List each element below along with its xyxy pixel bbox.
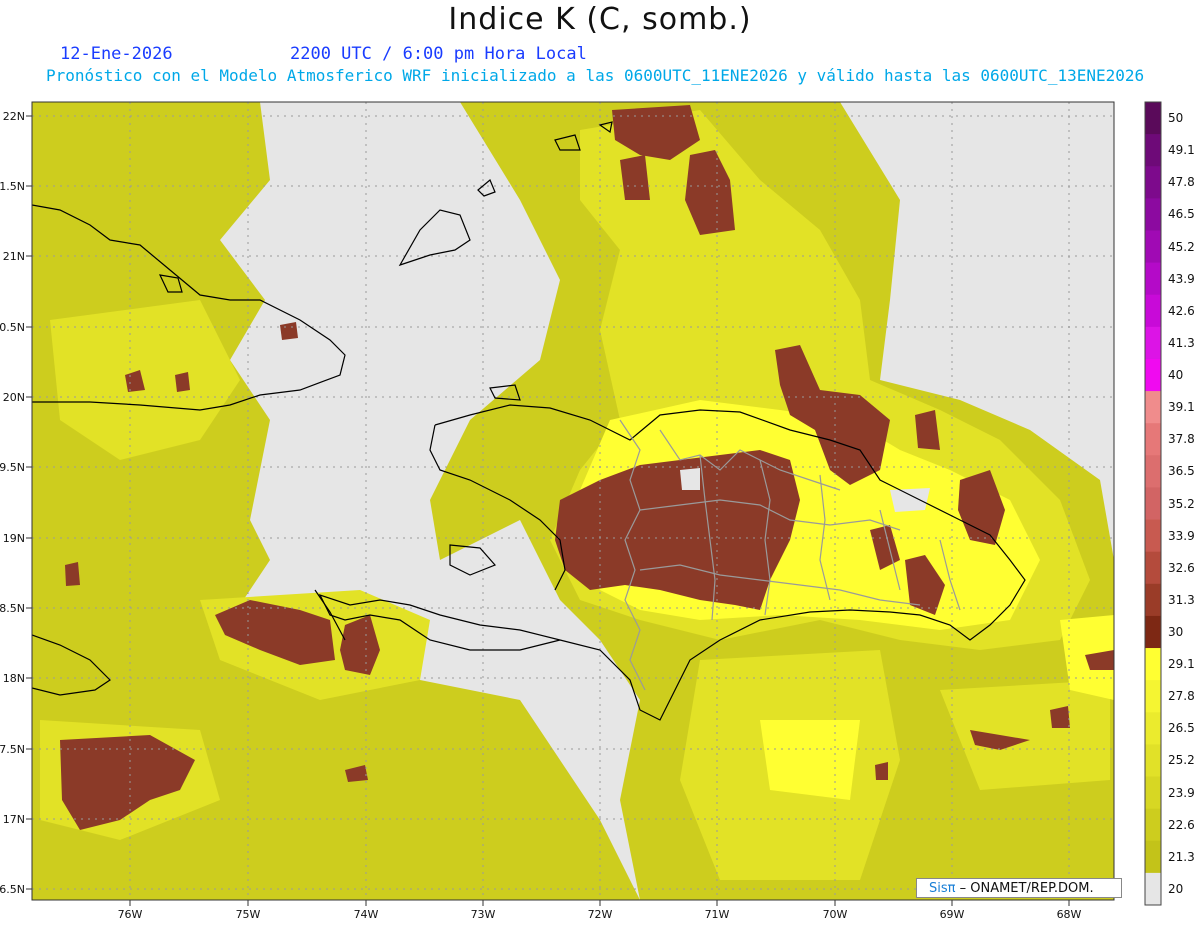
colorbar-label: 50 — [1168, 111, 1184, 126]
lat-label: 19.5N — [0, 461, 25, 474]
colorbar-swatch — [1145, 615, 1161, 649]
lon-label: 76W — [118, 908, 143, 921]
colorbar-swatch — [1145, 519, 1161, 553]
lon-label: 74W — [354, 908, 379, 921]
colorbar-label: 31.3 — [1168, 592, 1195, 607]
colorbar-label: 37.8 — [1168, 432, 1195, 447]
lon-label: 69W — [940, 908, 965, 921]
colorbar-swatch — [1145, 294, 1161, 328]
credit-brand: Sisπ — [929, 881, 956, 896]
lat-label: 21.5N — [0, 180, 25, 193]
colorbar-swatch — [1145, 166, 1161, 199]
credit-box: Sisπ – ONAMET/REP.DOM. — [916, 878, 1122, 898]
colorbar-swatch — [1145, 198, 1161, 231]
colorbar-swatch — [1145, 583, 1161, 617]
credit-text: – ONAMET/REP.DOM. — [955, 881, 1094, 896]
colorbar-swatch — [1145, 680, 1161, 713]
colorbar-swatch — [1145, 808, 1161, 842]
colorbar-swatch — [1145, 455, 1161, 488]
colorbar-swatch — [1145, 102, 1161, 135]
colorbar-label: 30 — [1168, 624, 1184, 639]
lat-label: 20.5N — [0, 321, 25, 334]
lon-label: 73W — [471, 908, 496, 921]
colorbar-swatch — [1145, 487, 1161, 521]
colorbar-legend — [1144, 101, 1162, 906]
colorbar-swatch — [1145, 744, 1161, 778]
colorbar-swatch — [1145, 423, 1161, 456]
colorbar-label: 29.1 — [1168, 657, 1195, 672]
colorbar-label: 42.6 — [1168, 303, 1195, 318]
lat-label: 17N — [3, 813, 25, 826]
colorbar-swatch — [1145, 872, 1161, 906]
lon-label: 72W — [588, 908, 613, 921]
lat-label: 20N — [3, 391, 25, 404]
colorbar-swatch — [1145, 648, 1161, 681]
colorbar-label: 20 — [1168, 881, 1184, 896]
colorbar-label: 39.1 — [1168, 400, 1195, 415]
colorbar-swatch — [1145, 262, 1161, 296]
colorbar-swatch — [1145, 358, 1161, 392]
colorbar-label: 23.9 — [1168, 785, 1195, 800]
colorbar-swatch — [1145, 326, 1161, 360]
colorbar-label: 47.8 — [1168, 175, 1195, 190]
colorbar-swatch — [1145, 391, 1161, 424]
colorbar-label: 36.5 — [1168, 464, 1195, 479]
lat-label: 21N — [3, 250, 25, 263]
colorbar-swatch — [1145, 551, 1161, 585]
colorbar-label: 41.3 — [1168, 335, 1195, 350]
lat-label: 19N — [3, 532, 25, 545]
colorbar-label: 49.1 — [1168, 143, 1195, 158]
lat-label: 22N — [3, 110, 25, 123]
colorbar-label: 22.6 — [1168, 817, 1195, 832]
lon-label: 75W — [236, 908, 261, 921]
lat-label: 18.5N — [0, 602, 25, 615]
colorbar-swatch — [1145, 840, 1161, 874]
lon-label: 71W — [705, 908, 730, 921]
lon-label: 68W — [1057, 908, 1082, 921]
colorbar-label: 27.8 — [1168, 689, 1195, 704]
colorbar-label: 35.2 — [1168, 496, 1195, 511]
colorbar-label: 40 — [1168, 368, 1184, 383]
colorbar-swatch — [1145, 134, 1161, 167]
lat-label: 18N — [3, 672, 25, 685]
colorbar-swatch — [1145, 712, 1161, 745]
colorbar-label: 46.5 — [1168, 207, 1195, 222]
colorbar-swatch — [1145, 230, 1161, 264]
colorbar-label: 43.9 — [1168, 271, 1195, 286]
lon-label: 70W — [823, 908, 848, 921]
colorbar-label: 21.3 — [1168, 849, 1195, 864]
colorbar-label: 33.9 — [1168, 528, 1195, 543]
colorbar-label: 26.5 — [1168, 721, 1195, 736]
k-index-map: 22N 21.5N 21N 20.5N 20N 19.5N 19N 18.5N … — [0, 101, 1162, 921]
colorbar-label: 32.6 — [1168, 560, 1195, 575]
lat-label: 17.5N — [0, 743, 25, 756]
lat-label: 16.5N — [0, 883, 25, 896]
colorbar-swatch — [1145, 776, 1161, 810]
colorbar-label: 45.2 — [1168, 239, 1195, 254]
colorbar-label: 25.2 — [1168, 753, 1195, 768]
